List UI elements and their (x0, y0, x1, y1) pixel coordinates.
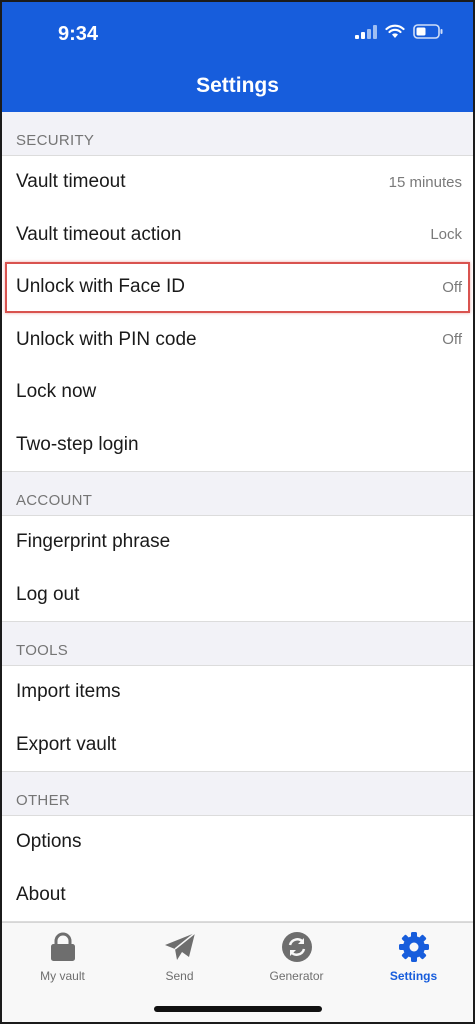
status-icons (355, 24, 443, 39)
vault-timeout-row[interactable]: Vault timeout 15 minutes (2, 156, 473, 209)
section-header-account: ACCOUNT (2, 472, 473, 516)
row-label: Unlock with PIN code (16, 328, 197, 350)
row-label: Fingerprint phrase (16, 531, 171, 553)
section-security: Vault timeout 15 minutes Vault timeout a… (2, 156, 473, 472)
row-label: Vault timeout (16, 171, 126, 193)
row-label: Vault timeout action (16, 223, 182, 245)
section-account: Fingerprint phrase Log out (2, 516, 473, 622)
unlock-with-pin-row[interactable]: Unlock with PIN code Off (2, 314, 473, 367)
tab-label: Send (165, 969, 194, 983)
paper-plane-icon (164, 931, 196, 963)
cellular-signal-icon (355, 24, 377, 39)
wifi-icon (385, 24, 405, 39)
export-vault-row[interactable]: Export vault (2, 719, 473, 772)
section-header-tools: TOOLS (2, 622, 473, 666)
two-step-login-row[interactable]: Two-step login (2, 419, 473, 472)
refresh-icon (281, 931, 313, 963)
row-label: Export vault (16, 733, 117, 755)
import-items-row[interactable]: Import items (2, 666, 473, 719)
row-label: Options (16, 831, 82, 853)
settings-list[interactable]: SECURITY Vault timeout 15 minutes Vault … (2, 112, 473, 923)
row-value: Off (442, 278, 462, 296)
unlock-with-face-id-row[interactable]: Unlock with Face ID Off (2, 261, 473, 314)
row-value: Lock (430, 226, 462, 244)
tab-label: Settings (389, 969, 438, 983)
tab-bar: My vault Send Generator Settings (2, 922, 473, 1022)
row-label: Two-step login (16, 433, 139, 455)
tab-label: Generator (269, 969, 324, 983)
row-label: Import items (16, 681, 121, 703)
tab-my-vault[interactable]: My vault (4, 923, 121, 993)
row-value: 15 minutes (388, 173, 462, 191)
status-time: 9:34 (58, 23, 99, 45)
fingerprint-phrase-row[interactable]: Fingerprint phrase (2, 516, 473, 569)
row-label: About (16, 883, 66, 905)
lock-icon (49, 931, 77, 963)
lock-now-row[interactable]: Lock now (2, 366, 473, 419)
options-row[interactable]: Options (2, 816, 473, 869)
section-other: Options About (2, 816, 473, 922)
tab-send[interactable]: Send (121, 923, 238, 993)
section-header-security: SECURITY (2, 112, 473, 156)
home-indicator[interactable] (153, 1006, 322, 1012)
tab-settings[interactable]: Settings (355, 923, 472, 993)
row-label: Lock now (16, 381, 97, 403)
page-title: Settings (196, 74, 279, 97)
section-tools: Import items Export vault (2, 666, 473, 772)
gear-icon (398, 931, 430, 963)
log-out-row[interactable]: Log out (2, 569, 473, 622)
tab-label: My vault (40, 969, 85, 983)
tab-generator[interactable]: Generator (238, 923, 355, 993)
vault-timeout-action-row[interactable]: Vault timeout action Lock (2, 209, 473, 262)
section-header-other: OTHER (2, 772, 473, 816)
phone-screen: 9:34 Settings SECURITY Vault timeout 15 … (0, 0, 475, 1024)
about-row[interactable]: About (2, 869, 473, 922)
row-label: Log out (16, 583, 80, 605)
battery-icon (413, 24, 443, 39)
app-header: 9:34 Settings (2, 2, 473, 112)
row-value: Off (442, 331, 462, 349)
row-label: Unlock with Face ID (16, 276, 185, 298)
